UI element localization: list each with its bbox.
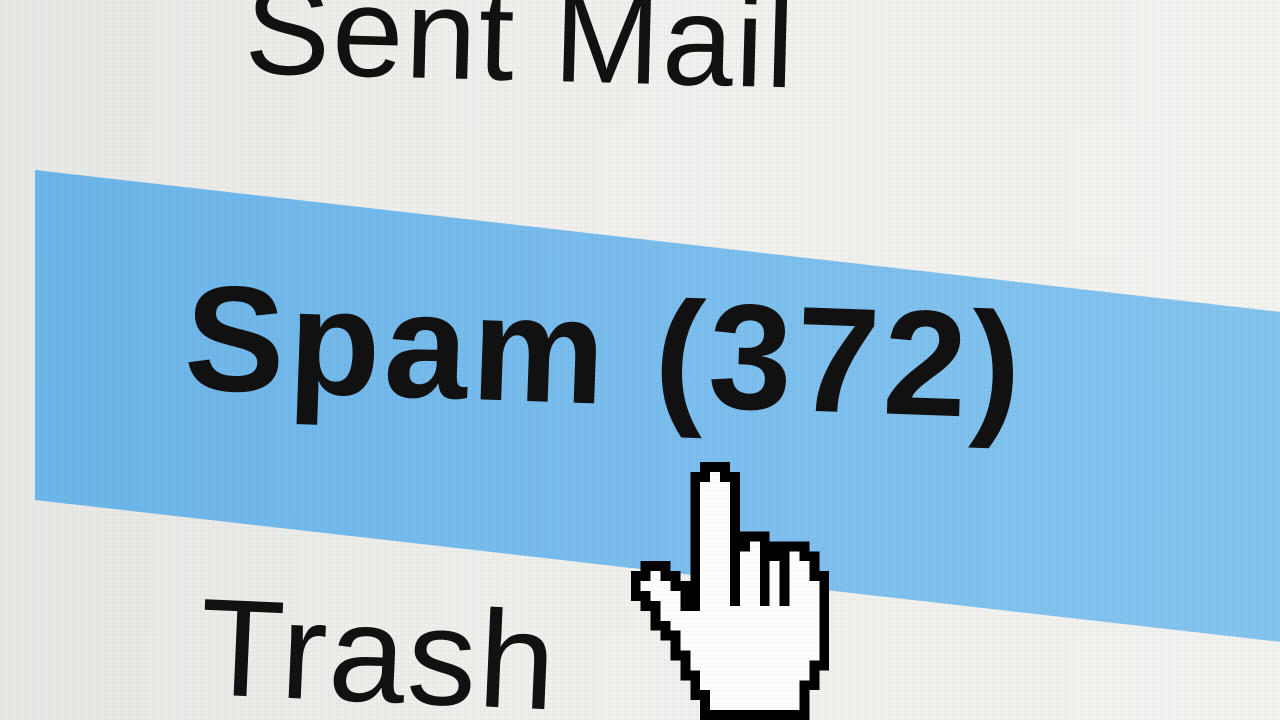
folder-trash[interactable]: Trash xyxy=(197,570,561,720)
folder-sent-mail[interactable]: Sent Mail xyxy=(243,0,798,115)
mail-screen: Sent Mail Spam (372) Trash xyxy=(0,0,1280,720)
pointing-hand-cursor-icon xyxy=(630,462,830,720)
folder-spam[interactable]: Spam (372) xyxy=(182,253,1028,450)
